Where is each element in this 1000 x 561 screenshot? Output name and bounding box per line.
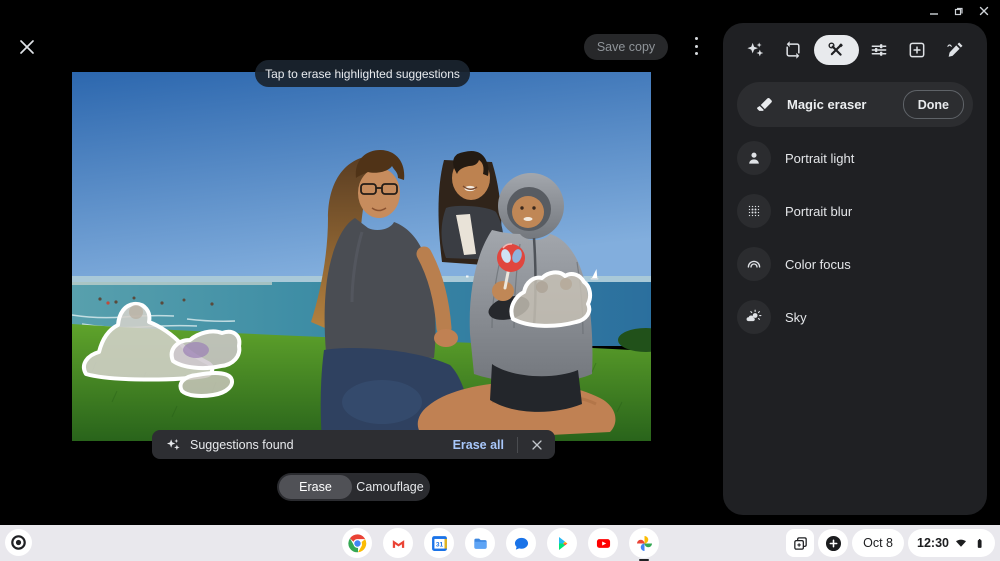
sky-icon: [737, 300, 771, 334]
shelf-app-files[interactable]: [465, 528, 495, 558]
sparkle-icon: [165, 437, 181, 453]
status-tray: Oct 8 12:30: [786, 529, 995, 557]
dismiss-toast-button[interactable]: [529, 437, 545, 453]
tab-tools[interactable]: [814, 35, 859, 65]
tool-portrait-light[interactable]: Portrait light: [737, 141, 973, 175]
svg-text:31: 31: [435, 541, 443, 548]
tooltip: Tap to erase highlighted suggestions: [255, 60, 470, 87]
restore-button[interactable]: [951, 3, 967, 19]
shelf-app-youtube[interactable]: [588, 528, 618, 558]
shelf-app-photos[interactable]: [629, 528, 659, 558]
tab-crop-rotate[interactable]: [776, 35, 810, 65]
new-desk-button[interactable]: [818, 529, 848, 557]
chrome-icon: [347, 533, 368, 554]
more-options-button[interactable]: [691, 37, 701, 55]
color-focus-icon: [737, 247, 771, 281]
camouflage-tab[interactable]: Camouflage: [352, 475, 428, 499]
magic-eraser-label: Magic eraser: [787, 97, 903, 112]
suggestions-toast: Suggestions found Erase all: [152, 430, 555, 459]
crop-rotate-icon: [783, 40, 803, 60]
files-icon: [470, 533, 491, 554]
tool-label: Portrait blur: [785, 204, 852, 219]
sliders-icon: [869, 40, 889, 60]
markup-pen-icon: [945, 40, 965, 60]
close-icon: [18, 38, 36, 56]
plus-circle-icon: [824, 534, 843, 553]
calendar-icon: 31: [429, 533, 450, 554]
tab-markup[interactable]: [938, 35, 972, 65]
erase-tab[interactable]: Erase: [279, 475, 352, 499]
capture-mode-icon: [792, 535, 809, 552]
capture-mode-button[interactable]: [786, 529, 814, 557]
sparkle-icon: [745, 40, 765, 60]
shelf-apps: 31: [342, 528, 659, 558]
shelf: 31: [0, 525, 1000, 561]
tool-portrait-blur[interactable]: Portrait blur: [737, 194, 973, 228]
close-icon: [978, 5, 990, 17]
portrait-blur-icon: [737, 194, 771, 228]
eraser-icon: [754, 95, 774, 115]
tool-label: Portrait light: [785, 151, 854, 166]
magic-eraser-row: Magic eraser Done: [737, 82, 973, 127]
youtube-icon: [593, 533, 614, 554]
shelf-app-play-store[interactable]: [547, 528, 577, 558]
close-window-button[interactable]: [976, 3, 992, 19]
shelf-app-calendar[interactable]: 31: [424, 528, 454, 558]
tool-label: Color focus: [785, 257, 851, 272]
shelf-app-chrome[interactable]: [342, 528, 372, 558]
toast-divider: [517, 437, 518, 453]
play-store-icon: [552, 533, 573, 554]
tool-sky[interactable]: Sky: [737, 300, 973, 334]
shelf-app-gmail[interactable]: [383, 528, 413, 558]
photos-icon: [634, 533, 655, 554]
frame-add-icon: [907, 40, 927, 60]
shelf-app-messages[interactable]: [506, 528, 536, 558]
edit-panel: Magic eraser Done Portrait light: [723, 23, 987, 515]
suggestion-shoe[interactable]: [180, 373, 232, 396]
done-button[interactable]: Done: [903, 90, 964, 119]
quick-settings-button[interactable]: 12:30: [908, 529, 995, 557]
tab-adjust[interactable]: [862, 35, 896, 65]
launcher-icon: [9, 533, 28, 552]
exit-editor-button[interactable]: [18, 38, 36, 56]
messages-icon: [511, 533, 532, 554]
date-button[interactable]: Oct 8: [852, 529, 904, 557]
minimize-icon: [928, 5, 940, 17]
restore-icon: [953, 5, 965, 17]
tool-label: Sky: [785, 310, 807, 325]
tab-filters[interactable]: [900, 35, 934, 65]
minimize-button[interactable]: [926, 3, 942, 19]
portrait-light-icon: [737, 141, 771, 175]
date-label: Oct 8: [863, 536, 893, 550]
time-label: 12:30: [917, 536, 949, 550]
launcher-button[interactable]: [5, 529, 32, 556]
tools-icon: [826, 40, 846, 60]
window-controls: [926, 3, 992, 19]
erase-all-button[interactable]: Erase all: [453, 438, 504, 452]
battery-icon: [973, 536, 986, 551]
gmail-icon: [388, 533, 409, 554]
tool-color-focus[interactable]: Color focus: [737, 247, 973, 281]
chromeos-screen: Save copy: [0, 0, 1000, 561]
erase-mode-toggle: Erase Camouflage: [277, 473, 430, 501]
save-copy-button[interactable]: Save copy: [584, 34, 668, 60]
photo-canvas[interactable]: [72, 72, 651, 441]
wifi-icon: [954, 536, 968, 550]
tab-suggestions[interactable]: [738, 35, 772, 65]
toast-message: Suggestions found: [190, 438, 453, 452]
edit-toolbar: [723, 23, 987, 65]
